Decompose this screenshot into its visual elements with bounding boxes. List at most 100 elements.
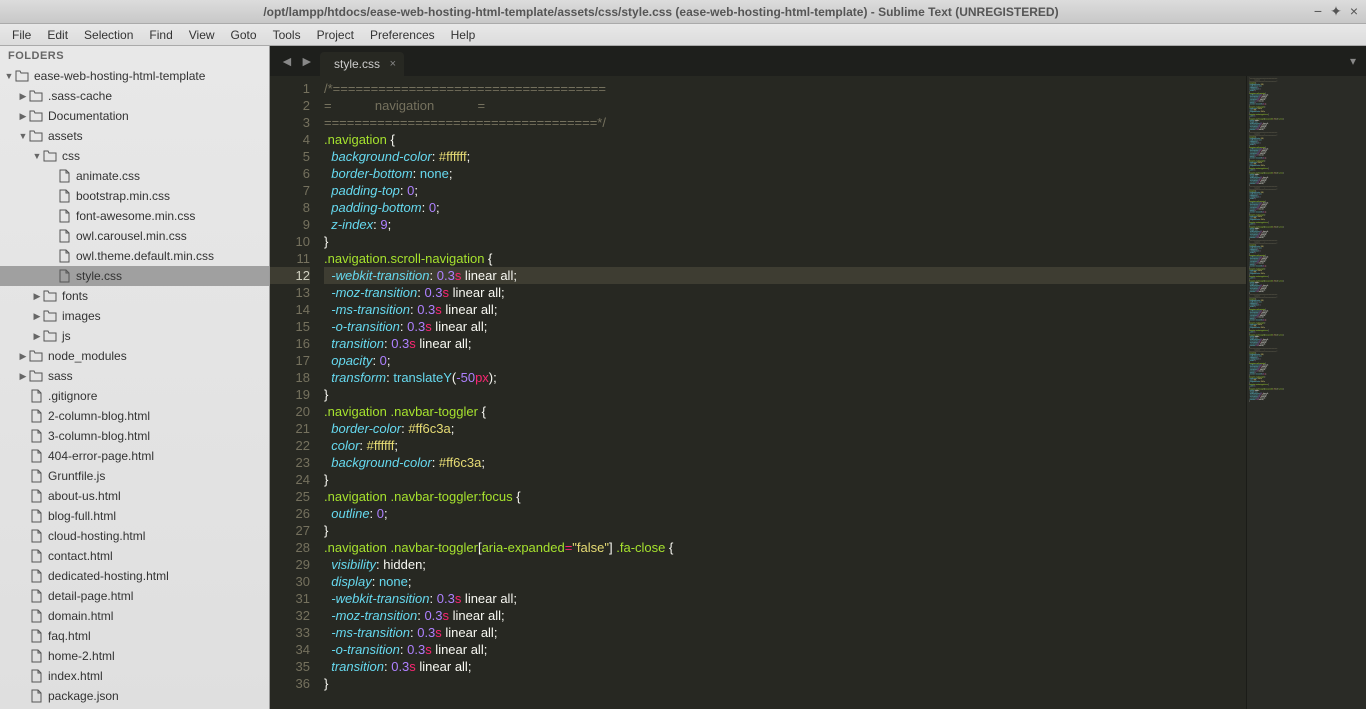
tab-style-css[interactable]: style.css ×	[320, 52, 404, 76]
tree-item-label: animate.css	[76, 169, 140, 183]
file-home-2-html[interactable]: home-2.html	[0, 646, 269, 666]
menu-view[interactable]: View	[181, 26, 223, 44]
file-cloud-hosting-html[interactable]: cloud-hosting.html	[0, 526, 269, 546]
disclosure-arrow-icon[interactable]: ▼	[4, 71, 14, 81]
file-icon	[28, 669, 44, 683]
line-gutter: 1234567891011121314151617181920212223242…	[270, 76, 320, 709]
folder-icon	[28, 370, 44, 382]
nav-fwd-icon[interactable]: ►	[300, 53, 314, 69]
folder-node-modules[interactable]: ▶node_modules	[0, 346, 269, 366]
minimap[interactable]: /*==================================== =…	[1246, 76, 1366, 709]
disclosure-arrow-icon[interactable]: ▼	[18, 131, 28, 141]
file-owl-theme-default-min-css[interactable]: owl.theme.default.min.css	[0, 246, 269, 266]
file-icon	[28, 629, 44, 643]
folder-fonts[interactable]: ▶ fonts	[0, 286, 269, 306]
disclosure-arrow-icon[interactable]: ▶	[18, 91, 28, 102]
disclosure-arrow-icon[interactable]: ▼	[32, 151, 42, 161]
folder-images[interactable]: ▶images	[0, 306, 269, 326]
tree-item-label: ease-web-hosting-html-template	[34, 69, 205, 83]
code-editor[interactable]: /*===================================== …	[320, 76, 1246, 709]
menu-file[interactable]: File	[4, 26, 39, 44]
file-icon	[28, 469, 44, 483]
disclosure-arrow-icon[interactable]: ▶	[32, 291, 42, 302]
file-icon	[56, 209, 72, 223]
tree-item-label: index.html	[48, 669, 103, 683]
menu-project[interactable]: Project	[309, 26, 362, 44]
file-icon	[28, 689, 44, 703]
disclosure-arrow-icon[interactable]: ▶	[18, 371, 28, 382]
editor-area: ◄ ► style.css × ▾ 1234567891011121314151…	[270, 46, 1366, 709]
folder-ease-web-hosting-html-template[interactable]: ▼ ease-web-hosting-html-template	[0, 66, 269, 86]
tab-close-icon[interactable]: ×	[390, 58, 396, 70]
file-index-html[interactable]: index.html	[0, 666, 269, 686]
file-contact-html[interactable]: contact.html	[0, 546, 269, 566]
menu-selection[interactable]: Selection	[76, 26, 141, 44]
tree-item-label: .gitignore	[48, 389, 97, 403]
file-blog-full-html[interactable]: blog-full.html	[0, 506, 269, 526]
file-font-awesome-min-css[interactable]: font-awesome.min.css	[0, 206, 269, 226]
tree-item-label: Documentation	[48, 109, 129, 123]
menu-preferences[interactable]: Preferences	[362, 26, 443, 44]
file-icon	[28, 509, 44, 523]
tree-item-label: 3-column-blog.html	[48, 429, 150, 443]
file-bootstrap-min-css[interactable]: bootstrap.min.css	[0, 186, 269, 206]
tree-item-label: package.json	[48, 689, 119, 703]
disclosure-arrow-icon[interactable]: ▶	[32, 311, 42, 322]
folder-documentation[interactable]: ▶ Documentation	[0, 106, 269, 126]
tree-item-label: sass	[48, 369, 73, 383]
file-gruntfile-js[interactable]: Gruntfile.js	[0, 466, 269, 486]
file-about-us-html[interactable]: about-us.html	[0, 486, 269, 506]
menu-find[interactable]: Find	[141, 26, 180, 44]
folder-js[interactable]: ▶js	[0, 326, 269, 346]
menu-tools[interactable]: Tools	[265, 26, 309, 44]
tree-item-label: contact.html	[48, 549, 113, 563]
tree-item-label: .sass-cache	[48, 89, 112, 103]
tree-item-label: Gruntfile.js	[48, 469, 105, 483]
file-icon	[28, 609, 44, 623]
file-icon	[28, 569, 44, 583]
menu-help[interactable]: Help	[443, 26, 484, 44]
file-icon	[28, 409, 44, 423]
folder-sass[interactable]: ▶ sass	[0, 366, 269, 386]
menu-edit[interactable]: Edit	[39, 26, 76, 44]
file-domain-html[interactable]: domain.html	[0, 606, 269, 626]
folder-icon	[42, 310, 58, 322]
file-animate-css[interactable]: animate.css	[0, 166, 269, 186]
file-dedicated-hosting-html[interactable]: dedicated-hosting.html	[0, 566, 269, 586]
tree-item-label: cloud-hosting.html	[48, 529, 145, 543]
folder-css[interactable]: ▼css	[0, 146, 269, 166]
disclosure-arrow-icon[interactable]: ▶	[32, 331, 42, 342]
file-icon	[28, 529, 44, 543]
folder-icon	[28, 90, 44, 102]
tree-item-label: fonts	[62, 289, 88, 303]
folder-assets[interactable]: ▼assets	[0, 126, 269, 146]
file-icon	[28, 429, 44, 443]
disclosure-arrow-icon[interactable]: ▶	[18, 111, 28, 122]
minimize-icon[interactable]: −	[1314, 3, 1322, 20]
maximize-icon[interactable]: ✦	[1330, 3, 1342, 20]
folder-icon	[28, 110, 44, 122]
menu-goto[interactable]: Goto	[223, 26, 265, 44]
file--gitignore[interactable]: .gitignore	[0, 386, 269, 406]
close-icon[interactable]: ×	[1350, 3, 1358, 20]
file-icon	[28, 549, 44, 563]
folder-icon	[28, 130, 44, 142]
disclosure-arrow-icon[interactable]: ▶	[18, 351, 28, 362]
file-404-error-page-html[interactable]: 404-error-page.html	[0, 446, 269, 466]
file-style-css[interactable]: style.css	[0, 266, 269, 286]
file-package-json[interactable]: package.json	[0, 686, 269, 706]
file-2-column-blog-html[interactable]: 2-column-blog.html	[0, 406, 269, 426]
folder-icon	[42, 290, 58, 302]
tab-menu-icon[interactable]: ▾	[1350, 54, 1356, 68]
tree-item-label: 404-error-page.html	[48, 449, 154, 463]
file-owl-carousel-min-css[interactable]: owl.carousel.min.css	[0, 226, 269, 246]
file-icon	[56, 249, 72, 263]
file-detail-page-html[interactable]: detail-page.html	[0, 586, 269, 606]
file-3-column-blog-html[interactable]: 3-column-blog.html	[0, 426, 269, 446]
tree-item-label: owl.carousel.min.css	[76, 229, 187, 243]
nav-back-icon[interactable]: ◄	[280, 53, 294, 69]
tree-item-label: style.css	[76, 269, 122, 283]
file-icon	[56, 169, 72, 183]
file-faq-html[interactable]: faq.html	[0, 626, 269, 646]
folder--sass-cache[interactable]: ▶ .sass-cache	[0, 86, 269, 106]
